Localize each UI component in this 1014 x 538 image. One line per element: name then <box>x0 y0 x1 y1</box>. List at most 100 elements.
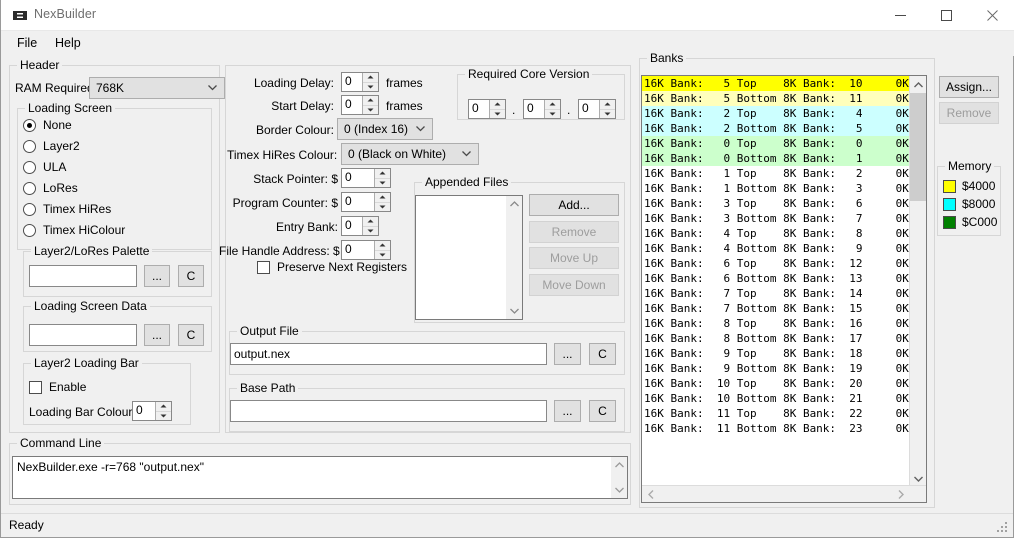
core-version-major-spinner[interactable]: 0 <box>468 99 506 119</box>
output-file-input[interactable]: output.nex <box>230 343 547 365</box>
spinner-buttons[interactable] <box>362 73 378 91</box>
core-version-patch-spinner[interactable]: 0 <box>578 99 616 119</box>
bank-row[interactable]: 16K Bank: 5 Top 8K Bank: 10 0K <box>642 76 911 91</box>
bank-row[interactable]: 16K Bank: 1 Bottom 8K Bank: 3 0K <box>642 181 911 196</box>
bank-row[interactable]: 16K Bank: 8 Top 8K Bank: 16 0K <box>642 316 911 331</box>
bank-row[interactable]: 16K Bank: 11 Bottom 8K Bank: 23 0K <box>642 421 911 436</box>
assign-button[interactable]: Assign... <box>939 76 999 98</box>
bank-row[interactable]: 16K Bank: 3 Top 8K Bank: 6 0K <box>642 196 911 211</box>
spinner-buttons[interactable] <box>362 217 378 235</box>
spinner-up-icon[interactable] <box>545 100 560 110</box>
loading-delay-spinner[interactable]: 0 <box>341 72 379 92</box>
close-button[interactable] <box>969 0 1014 30</box>
resize-grip[interactable] <box>995 520 1009 534</box>
spinner-buttons[interactable] <box>544 100 560 118</box>
radio-loading-screen-timex-hicolour[interactable]: Timex HiColour <box>23 223 125 237</box>
spinner-down-icon[interactable] <box>545 110 560 119</box>
entry-bank-spinner[interactable]: 0 <box>341 216 379 236</box>
loading-bar-enable-checkbox[interactable]: Enable <box>29 380 86 394</box>
base-path-input[interactable] <box>230 400 547 422</box>
appended-files-move-down-button[interactable]: Move Down <box>529 274 619 296</box>
bank-row[interactable]: 16K Bank: 4 Bottom 8K Bank: 9 0K <box>642 241 911 256</box>
spinner-down-icon[interactable] <box>363 106 378 115</box>
stack-pointer-spinner[interactable]: 0 <box>341 168 391 188</box>
radio-loading-screen-none[interactable]: None <box>23 118 72 132</box>
bank-row[interactable]: 16K Bank: 0 Bottom 8K Bank: 1 0K <box>642 151 911 166</box>
screen-data-clear-button[interactable]: C <box>178 324 204 346</box>
radio-loading-screen-layer2[interactable]: Layer2 <box>23 139 80 153</box>
spinner-down-icon[interactable] <box>600 110 615 119</box>
spinner-up-icon[interactable] <box>363 217 378 227</box>
preserve-next-registers-checkbox[interactable]: Preserve Next Registers <box>257 260 407 274</box>
menu-item-help[interactable]: Help <box>48 35 88 53</box>
spinner-up-icon[interactable] <box>375 193 390 203</box>
spinner-down-icon[interactable] <box>375 251 390 260</box>
scroll-up-icon[interactable] <box>614 457 624 473</box>
command-line-textarea[interactable]: NexBuilder.exe -r=768 "output.nex" <box>12 456 628 499</box>
spinner-up-icon[interactable] <box>375 169 390 179</box>
base-path-browse-button[interactable]: ... <box>554 400 581 422</box>
bank-row[interactable]: 16K Bank: 2 Top 8K Bank: 4 0K <box>642 106 911 121</box>
spinner-down-icon[interactable] <box>490 110 505 119</box>
spinner-buttons[interactable] <box>489 100 505 118</box>
command-line-scrollbar[interactable] <box>611 457 627 498</box>
spinner-up-icon[interactable] <box>363 96 378 106</box>
spinner-buttons[interactable] <box>374 169 390 187</box>
banks-scroll-right-icon[interactable] <box>892 486 909 502</box>
timex-hires-colour-combo[interactable]: 0 (Black on White) <box>341 143 479 165</box>
spinner-buttons[interactable] <box>374 193 390 211</box>
bank-row[interactable]: 16K Bank: 0 Top 8K Bank: 0 0K <box>642 136 911 151</box>
palette-browse-button[interactable]: ... <box>144 265 170 287</box>
border-colour-combo[interactable]: 0 (Index 16) <box>337 118 433 140</box>
bank-row[interactable]: 16K Bank: 9 Bottom 8K Bank: 19 0K <box>642 361 911 376</box>
minimize-button[interactable] <box>877 0 923 30</box>
bank-row[interactable]: 16K Bank: 6 Bottom 8K Bank: 13 0K <box>642 271 911 286</box>
appended-files-move-up-button[interactable]: Move Up <box>529 247 619 269</box>
bank-row[interactable]: 16K Bank: 10 Top 8K Bank: 20 0K <box>642 376 911 391</box>
bank-row[interactable]: 16K Bank: 11 Top 8K Bank: 22 0K <box>642 406 911 421</box>
bank-row[interactable]: 16K Bank: 5 Bottom 8K Bank: 11 0K <box>642 91 911 106</box>
palette-clear-button[interactable]: C <box>178 265 204 287</box>
bank-row[interactable]: 16K Bank: 9 Top 8K Bank: 18 0K <box>642 346 911 361</box>
spinner-up-icon[interactable] <box>490 100 505 110</box>
spinner-up-icon[interactable] <box>156 402 171 412</box>
palette-path-input[interactable] <box>29 265 137 287</box>
bank-row[interactable]: 16K Bank: 4 Top 8K Bank: 8 0K <box>642 226 911 241</box>
bank-row[interactable]: 16K Bank: 6 Top 8K Bank: 12 0K <box>642 256 911 271</box>
ram-required-combo[interactable]: 768K <box>89 77 225 99</box>
spinner-down-icon[interactable] <box>156 412 171 421</box>
menu-item-file[interactable]: File <box>10 35 44 53</box>
spinner-down-icon[interactable] <box>375 179 390 188</box>
bank-row[interactable]: 16K Bank: 10 Bottom 8K Bank: 21 0K <box>642 391 911 406</box>
appended-files-add-button[interactable]: Add... <box>529 194 619 216</box>
scroll-down-icon[interactable] <box>614 482 624 498</box>
radio-loading-screen-ula[interactable]: ULA <box>23 160 66 174</box>
screen-data-path-input[interactable] <box>29 324 137 346</box>
spinner-up-icon[interactable] <box>363 73 378 83</box>
spinner-buttons[interactable] <box>155 402 171 420</box>
output-file-browse-button[interactable]: ... <box>554 343 581 365</box>
appended-files-remove-button[interactable]: Remove <box>529 221 619 243</box>
bank-row[interactable]: 16K Bank: 3 Bottom 8K Bank: 7 0K <box>642 211 911 226</box>
screen-data-browse-button[interactable]: ... <box>144 324 170 346</box>
bank-row[interactable]: 16K Bank: 1 Top 8K Bank: 2 0K <box>642 166 911 181</box>
bank-row[interactable]: 16K Bank: 2 Bottom 8K Bank: 5 0K <box>642 121 911 136</box>
spinner-up-icon[interactable] <box>375 241 390 251</box>
banks-scrollbar-thumb[interactable] <box>910 93 926 201</box>
banks-remove-button[interactable]: Remove <box>939 102 999 124</box>
bank-row[interactable]: 16K Bank: 8 Bottom 8K Bank: 17 0K <box>642 331 911 346</box>
bank-row[interactable]: 16K Bank: 7 Bottom 8K Bank: 15 0K <box>642 301 911 316</box>
banks-scroll-up-icon[interactable] <box>910 76 926 93</box>
banks-vertical-scrollbar[interactable] <box>909 76 926 487</box>
scroll-down-icon[interactable] <box>509 303 519 319</box>
spinner-down-icon[interactable] <box>375 203 390 212</box>
banks-horizontal-scrollbar[interactable] <box>642 485 926 502</box>
program-counter-spinner[interactable]: 0 <box>341 192 391 212</box>
start-delay-spinner[interactable]: 0 <box>341 95 379 115</box>
spinner-buttons[interactable] <box>374 241 390 259</box>
spinner-down-icon[interactable] <box>363 227 378 236</box>
spinner-buttons[interactable] <box>599 100 615 118</box>
radio-loading-screen-lores[interactable]: LoRes <box>23 181 78 195</box>
banks-scroll-left-icon[interactable] <box>642 486 659 502</box>
file-handle-address-spinner[interactable]: 0 <box>341 240 391 260</box>
